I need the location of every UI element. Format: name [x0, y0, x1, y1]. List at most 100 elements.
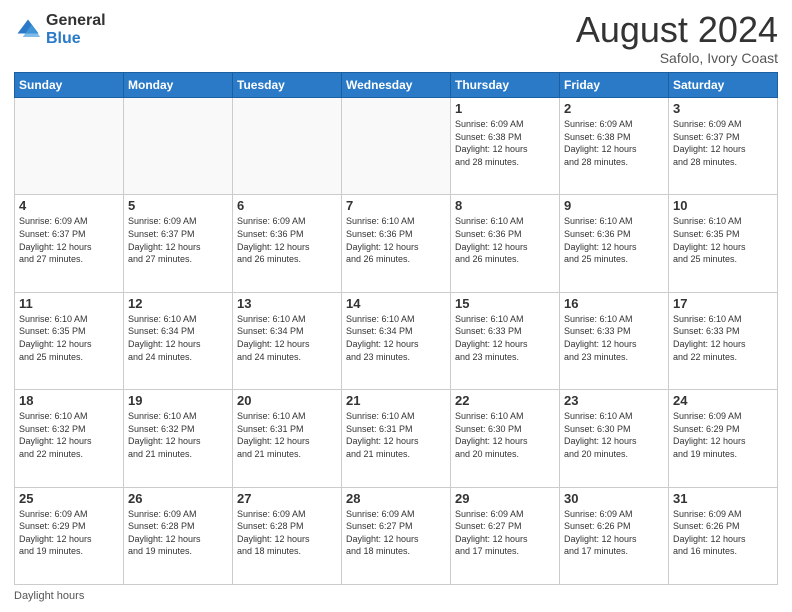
- day-number: 14: [346, 296, 446, 311]
- table-row: 26Sunrise: 6:09 AM Sunset: 6:28 PM Dayli…: [124, 487, 233, 584]
- day-number: 18: [19, 393, 119, 408]
- table-row: 17Sunrise: 6:10 AM Sunset: 6:33 PM Dayli…: [669, 292, 778, 389]
- day-number: 15: [455, 296, 555, 311]
- table-row: 11Sunrise: 6:10 AM Sunset: 6:35 PM Dayli…: [15, 292, 124, 389]
- day-number: 8: [455, 198, 555, 213]
- day-number: 10: [673, 198, 773, 213]
- day-info: Sunrise: 6:10 AM Sunset: 6:30 PM Dayligh…: [564, 410, 664, 460]
- table-row: 4 Sunrise: 6:09 AM Sunset: 6:37 PM Daylig…: [15, 195, 124, 292]
- table-row: [233, 98, 342, 195]
- day-number: 20: [237, 393, 337, 408]
- day-info: Sunrise: 6:10 AM Sunset: 6:31 PM Dayligh…: [346, 410, 446, 460]
- col-tuesday: Tuesday: [233, 73, 342, 98]
- day-number: 4: [19, 198, 119, 213]
- day-info: Sunrise: 6:09 AM Sunset: 6:27 PM Dayligh…: [346, 508, 446, 558]
- day-info: Sunrise: 6:10 AM Sunset: 6:32 PM Dayligh…: [128, 410, 228, 460]
- logo-text: General Blue: [46, 12, 106, 47]
- table-row: 19Sunrise: 6:10 AM Sunset: 6:32 PM Dayli…: [124, 390, 233, 487]
- day-info: Sunrise: 6:09 AM Sunset: 6:29 PM Dayligh…: [673, 410, 773, 460]
- table-row: 12Sunrise: 6:10 AM Sunset: 6:34 PM Dayli…: [124, 292, 233, 389]
- table-row: 20Sunrise: 6:10 AM Sunset: 6:31 PM Dayli…: [233, 390, 342, 487]
- month-title: August 2024: [576, 12, 778, 48]
- title-section: August 2024 Safolo, Ivory Coast: [576, 12, 778, 66]
- table-row: 9Sunrise: 6:10 AM Sunset: 6:36 PM Daylig…: [560, 195, 669, 292]
- col-saturday: Saturday: [669, 73, 778, 98]
- day-info: Sunrise: 6:09 AM Sunset: 6:28 PM Dayligh…: [128, 508, 228, 558]
- day-number: 31: [673, 491, 773, 506]
- table-row: 15Sunrise: 6:10 AM Sunset: 6:33 PM Dayli…: [451, 292, 560, 389]
- day-info: Sunrise: 6:09 AM Sunset: 6:28 PM Dayligh…: [237, 508, 337, 558]
- table-row: 28 Sunrise: 6:09 AM Sunset: 6:27 PM Dayli…: [342, 487, 451, 584]
- col-thursday: Thursday: [451, 73, 560, 98]
- day-info: Sunrise: 6:09 AM Sunset: 6:37 PM Dayligh…: [128, 215, 228, 265]
- day-info: Sunrise: 6:09 AM Sunset: 6:38 PM Dayligh…: [455, 118, 555, 168]
- day-number: 2: [564, 101, 664, 116]
- day-number: 7: [346, 198, 446, 213]
- table-row: 31Sunrise: 6:09 AM Sunset: 6:26 PM Dayli…: [669, 487, 778, 584]
- table-row: 13 Sunrise: 6:10 AM Sunset: 6:34 PM Dayli…: [233, 292, 342, 389]
- col-wednesday: Wednesday: [342, 73, 451, 98]
- logo-blue-text: Blue: [46, 30, 106, 48]
- top-section: General Blue August 2024 Safolo, Ivory C…: [14, 12, 778, 66]
- table-row: 23Sunrise: 6:10 AM Sunset: 6:30 PM Dayli…: [560, 390, 669, 487]
- day-number: 16: [564, 296, 664, 311]
- day-number: 6: [237, 198, 337, 213]
- day-info: Sunrise: 6:09 AM Sunset: 6:37 PM Dayligh…: [19, 215, 119, 265]
- table-row: 24 Sunrise: 6:09 AM Sunset: 6:29 PM Dayli…: [669, 390, 778, 487]
- table-row: [342, 98, 451, 195]
- table-row: 14Sunrise: 6:10 AM Sunset: 6:34 PM Dayli…: [342, 292, 451, 389]
- day-info: Sunrise: 6:09 AM Sunset: 6:29 PM Dayligh…: [19, 508, 119, 558]
- table-row: 18 Sunrise: 6:10 AM Sunset: 6:32 PM Dayli…: [15, 390, 124, 487]
- day-info: Sunrise: 6:10 AM Sunset: 6:34 PM Dayligh…: [237, 313, 337, 363]
- table-row: 2 Sunrise: 6:09 AM Sunset: 6:38 PM Daylig…: [560, 98, 669, 195]
- calendar-table: Sunday Monday Tuesday Wednesday Thursday…: [14, 72, 778, 585]
- day-info: Sunrise: 6:10 AM Sunset: 6:36 PM Dayligh…: [455, 215, 555, 265]
- table-row: [124, 98, 233, 195]
- day-info: Sunrise: 6:10 AM Sunset: 6:32 PM Dayligh…: [19, 410, 119, 460]
- table-row: 21 Sunrise: 6:10 AM Sunset: 6:31 PM Dayli…: [342, 390, 451, 487]
- col-friday: Friday: [560, 73, 669, 98]
- day-info: Sunrise: 6:10 AM Sunset: 6:35 PM Dayligh…: [673, 215, 773, 265]
- day-number: 3: [673, 101, 773, 116]
- table-row: 1 Sunrise: 6:09 AM Sunset: 6:38 PM Daylig…: [451, 98, 560, 195]
- day-info: Sunrise: 6:10 AM Sunset: 6:36 PM Dayligh…: [564, 215, 664, 265]
- table-row: 27 Sunrise: 6:09 AM Sunset: 6:28 PM Dayli…: [233, 487, 342, 584]
- table-row: 5Sunrise: 6:09 AM Sunset: 6:37 PM Daylig…: [124, 195, 233, 292]
- table-row: 8 Sunrise: 6:10 AM Sunset: 6:36 PM Daylig…: [451, 195, 560, 292]
- day-info: Sunrise: 6:10 AM Sunset: 6:33 PM Dayligh…: [673, 313, 773, 363]
- location-subtitle: Safolo, Ivory Coast: [576, 50, 778, 66]
- day-number: 21: [346, 393, 446, 408]
- day-number: 29: [455, 491, 555, 506]
- table-row: 10 Sunrise: 6:10 AM Sunset: 6:35 PM Dayli…: [669, 195, 778, 292]
- day-number: 1: [455, 101, 555, 116]
- day-info: Sunrise: 6:09 AM Sunset: 6:26 PM Dayligh…: [564, 508, 664, 558]
- day-info: Sunrise: 6:09 AM Sunset: 6:38 PM Dayligh…: [564, 118, 664, 168]
- day-number: 12: [128, 296, 228, 311]
- table-row: 30 Sunrise: 6:09 AM Sunset: 6:26 PM Dayli…: [560, 487, 669, 584]
- col-sunday: Sunday: [15, 73, 124, 98]
- table-row: 6Sunrise: 6:09 AM Sunset: 6:36 PM Daylig…: [233, 195, 342, 292]
- calendar-week-row: 1 Sunrise: 6:09 AM Sunset: 6:38 PM Daylig…: [15, 98, 778, 195]
- calendar-week-row: 25 Sunrise: 6:09 AM Sunset: 6:29 PM Dayli…: [15, 487, 778, 584]
- day-number: 28: [346, 491, 446, 506]
- calendar-week-row: 4 Sunrise: 6:09 AM Sunset: 6:37 PM Daylig…: [15, 195, 778, 292]
- logo: General Blue: [14, 12, 106, 47]
- day-number: 25: [19, 491, 119, 506]
- page: General Blue August 2024 Safolo, Ivory C…: [0, 0, 792, 612]
- col-monday: Monday: [124, 73, 233, 98]
- calendar-week-row: 18 Sunrise: 6:10 AM Sunset: 6:32 PM Dayli…: [15, 390, 778, 487]
- day-number: 24: [673, 393, 773, 408]
- table-row: 16 Sunrise: 6:10 AM Sunset: 6:33 PM Dayli…: [560, 292, 669, 389]
- logo-general-text: General: [46, 12, 106, 30]
- day-number: 27: [237, 491, 337, 506]
- logo-icon: [14, 16, 42, 44]
- day-number: 30: [564, 491, 664, 506]
- footer-note: Daylight hours: [14, 590, 778, 602]
- table-row: 3Sunrise: 6:09 AM Sunset: 6:37 PM Daylig…: [669, 98, 778, 195]
- table-row: 25 Sunrise: 6:09 AM Sunset: 6:29 PM Dayli…: [15, 487, 124, 584]
- table-row: 22Sunrise: 6:10 AM Sunset: 6:30 PM Dayli…: [451, 390, 560, 487]
- day-info: Sunrise: 6:10 AM Sunset: 6:36 PM Dayligh…: [346, 215, 446, 265]
- day-number: 13: [237, 296, 337, 311]
- day-info: Sunrise: 6:10 AM Sunset: 6:33 PM Dayligh…: [564, 313, 664, 363]
- day-number: 22: [455, 393, 555, 408]
